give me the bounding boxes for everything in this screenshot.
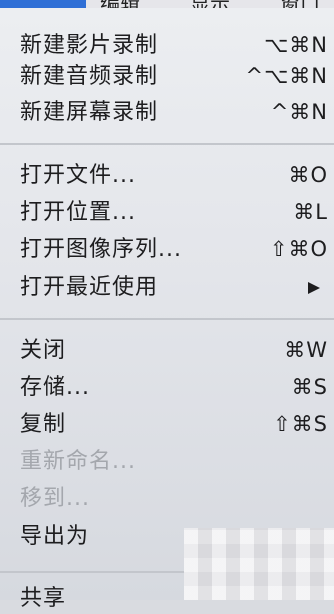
menu-item-shortcut: ⌘S: [291, 375, 328, 399]
menu-separator: [0, 143, 334, 145]
menu-item-label: 复制: [20, 412, 67, 437]
menu-bar: 编辑 显示 窗口: [0, 0, 334, 8]
menu-separator: [0, 318, 334, 320]
menu-item-label: 打开位置...: [20, 200, 136, 225]
submenu-arrow-icon: [308, 282, 320, 294]
menu-item-label: 新建音频录制: [20, 64, 159, 89]
menu-item-label: 共享: [20, 586, 67, 611]
menu-item-label: 打开最近使用: [20, 275, 159, 300]
menu-item-duplicate[interactable]: 复制 ⇧⌘S: [0, 409, 334, 440]
menu-item-new-movie-recording[interactable]: 新建影片录制 ⌥⌘N: [0, 30, 334, 61]
menu-bar-item-view[interactable]: 显示: [190, 0, 230, 8]
menu-item-save[interactable]: 存储... ⌘S: [0, 372, 334, 403]
menu-bar-file-active[interactable]: [0, 0, 86, 8]
menu-item-new-audio-recording[interactable]: 新建音频录制 ^⌥⌘N: [0, 61, 334, 92]
menu-item-open-image-sequence[interactable]: 打开图像序列... ⇧⌘O: [0, 234, 334, 265]
menu-item-label: 移到...: [20, 486, 90, 511]
menu-item-label: 新建屏幕录制: [20, 100, 159, 125]
menu-item-shortcut: ⌘W: [284, 338, 328, 362]
menu-item-shortcut: ⇧⌘S: [273, 412, 328, 436]
menu-item-label: 重新命名...: [20, 449, 136, 474]
menu-item-shortcut: ⌘O: [288, 163, 328, 187]
menu-item-label: 新建影片录制: [20, 33, 159, 58]
menu-item-shortcut: ^⌥⌘N: [245, 64, 328, 88]
menu-item-label: 存储...: [20, 375, 90, 400]
menu-item-label: 打开文件...: [20, 163, 136, 188]
menu-item-open-file[interactable]: 打开文件... ⌘O: [0, 160, 334, 191]
menu-item-open-location[interactable]: 打开位置... ⌘L: [0, 197, 334, 228]
file-dropdown-menu: 新建影片录制 ⌥⌘N 新建音频录制 ^⌥⌘N 新建屏幕录制 ^⌘N 打开文件..…: [0, 8, 334, 611]
menu-bar-item-edit[interactable]: 编辑: [100, 0, 140, 8]
menu-item-new-screen-recording[interactable]: 新建屏幕录制 ^⌘N: [0, 97, 334, 128]
menu-item-label: 导出为: [20, 524, 90, 549]
menu-item-label: 关闭: [20, 338, 67, 363]
menu-item-shortcut: ^⌘N: [270, 100, 328, 124]
menu-item-shortcut: ⇧⌘O: [269, 237, 328, 261]
menu-item-shortcut: ⌥⌘N: [264, 33, 328, 57]
menu-item-shortcut: ⌘L: [293, 200, 328, 224]
menu-item-close[interactable]: 关闭 ⌘W: [0, 335, 334, 366]
menu-item-rename: 重新命名...: [0, 446, 334, 477]
menu-item-label: 打开图像序列...: [20, 237, 182, 262]
menu-bar-item-window[interactable]: 窗口: [280, 0, 320, 8]
menu-item-move-to: 移到...: [0, 483, 334, 514]
menu-item-open-recent[interactable]: 打开最近使用: [0, 272, 334, 303]
pixelated-overlay: [184, 528, 334, 600]
